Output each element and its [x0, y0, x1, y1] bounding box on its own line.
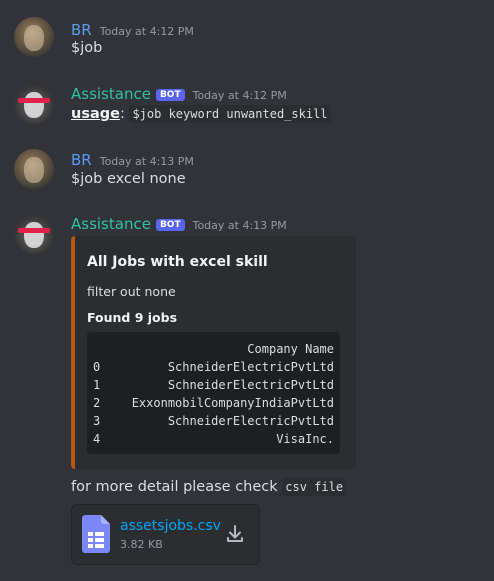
jobs-embed: All Jobs with excel skill filter out non… [71, 236, 356, 469]
company-name: ExxonmobilCompanyIndiaPvtLtd [131, 396, 334, 410]
row-index: 0 [93, 360, 101, 374]
avatar-assistance[interactable] [14, 214, 54, 254]
file-name-link[interactable]: assetsjobs.csv [120, 518, 221, 534]
company-name: VisaInc. [276, 432, 334, 446]
followup-code: csv file [282, 478, 347, 496]
followup-label: for more detail please check [71, 479, 283, 495]
table-header-row: Company Name [93, 340, 334, 358]
usage-text: usage: $job keyword unwanted_skill [71, 105, 331, 123]
embed-description: filter out none [87, 284, 176, 299]
usage-code: $job keyword unwanted_skill [129, 105, 331, 123]
timestamp: Today at 4:12 PM [192, 89, 287, 102]
row-index: 3 [93, 414, 101, 428]
message-header: Assistance BOT Today at 4:13 PM [71, 215, 287, 233]
company-name: SchneiderElectricPvtLtd [167, 414, 334, 428]
company-name: SchneiderElectricPvtLtd [167, 378, 334, 392]
table-row: 2 ExxonmobilCompanyIndiaPvtLtd [93, 394, 334, 412]
file-attachment: assetsjobs.csv 3.82 KB [71, 504, 260, 565]
embed-field: Found 9 jobs [87, 310, 178, 325]
file-size: 3.82 KB [120, 538, 163, 551]
jobs-code-block: Company Name 0 SchneiderElectricPvtLtd 1 S… [87, 332, 340, 454]
company-name: SchneiderElectricPvtLtd [167, 360, 334, 374]
timestamp: Today at 4:13 PM [99, 155, 194, 168]
table-row: 0 SchneiderElectricPvtLtd [93, 358, 334, 376]
timestamp: Today at 4:12 PM [99, 25, 194, 38]
document-icon [82, 515, 110, 553]
username-br[interactable]: BR [71, 21, 92, 39]
username-br[interactable]: BR [71, 151, 92, 169]
bot-badge: BOT [155, 89, 185, 101]
username-assistance[interactable]: Assistance [71, 85, 151, 103]
embed-title: All Jobs with excel skill [87, 254, 268, 270]
timestamp: Today at 4:13 PM [192, 219, 287, 232]
row-index: 1 [93, 378, 101, 392]
row-index: 4 [93, 432, 101, 446]
message-text: $job excel none [71, 171, 186, 187]
column-header: Company Name [247, 342, 334, 356]
message-header: BR Today at 4:13 PM [71, 151, 194, 169]
followup-text: for more detail please check csv file [71, 478, 347, 496]
username-assistance[interactable]: Assistance [71, 215, 151, 233]
message-text: $job [71, 40, 103, 56]
download-icon[interactable] [224, 523, 246, 545]
row-index: 2 [93, 396, 101, 410]
avatar-br[interactable] [14, 17, 54, 57]
message-header: BR Today at 4:12 PM [71, 21, 194, 39]
table-row: 3 SchneiderElectricPvtLtd [93, 412, 334, 430]
bot-badge: BOT [155, 219, 185, 231]
table-row: 1 SchneiderElectricPvtLtd [93, 376, 334, 394]
table-row: 4 VisaInc. [93, 430, 334, 448]
avatar-assistance[interactable] [14, 84, 54, 124]
message-header: Assistance BOT Today at 4:12 PM [71, 85, 287, 103]
avatar-br[interactable] [14, 149, 54, 189]
usage-label: usage [71, 106, 120, 122]
